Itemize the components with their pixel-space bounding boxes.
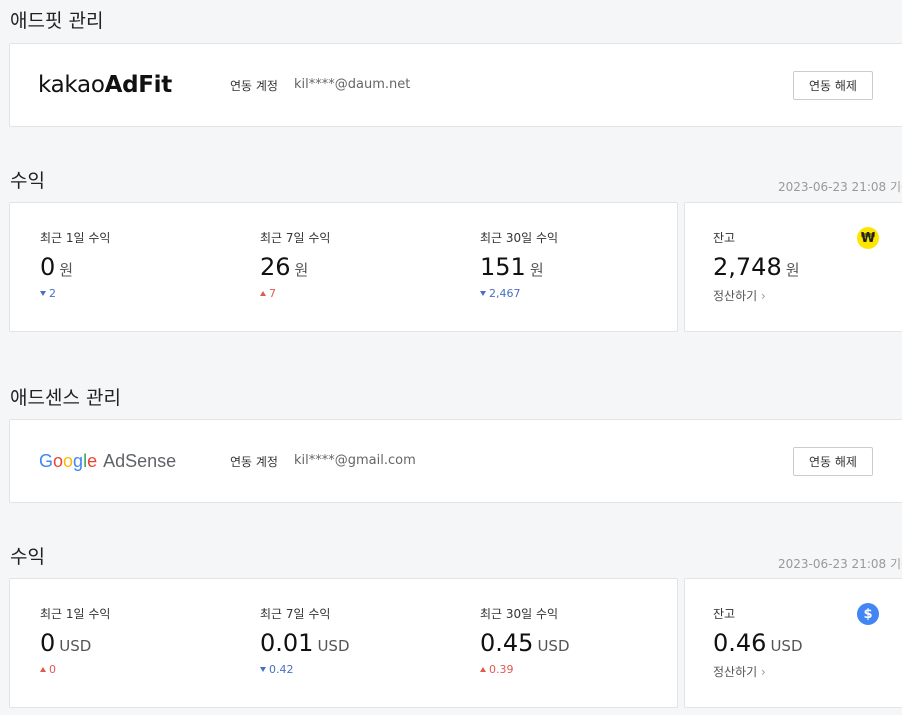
adsense-section-title: 애드센스 관리: [10, 387, 121, 409]
google-logo-letter: o: [63, 451, 74, 471]
stat-30day: 최근 30일 수익 151 원 2,467: [480, 231, 559, 300]
account-label: 연동 계정: [230, 455, 278, 469]
account-label: 연동 계정: [230, 79, 278, 93]
dollar-coin-icon: $: [857, 603, 879, 625]
adsense-revenue-date: 2023-06-23 21:08 기준: [778, 557, 902, 571]
stat-1day: 최근 1일 수익 0 USD 0: [40, 607, 111, 676]
google-logo-letter: o: [53, 451, 64, 471]
adfit-account-card: kakaoAdFit 연동 계정 kil****@daum.net 연동 해제: [9, 43, 902, 127]
balance: 잔고 2,748 원 정산하기 ›: [713, 231, 800, 304]
account-email: kil****@daum.net: [294, 77, 411, 92]
adsense-revenue-title: 수익: [10, 546, 45, 568]
unlink-button[interactable]: 연동 해제: [793, 71, 873, 100]
adsense-revenue-card: 최근 1일 수익 0 USD 0 최근 7일 수익 0.01 USD 0.42 최근…: [9, 578, 678, 708]
adfit-balance-card: 잔고 2,748 원 정산하기 › ₩: [684, 202, 902, 332]
down-arrow-icon: [260, 666, 266, 672]
won-coin-icon: ₩: [857, 227, 879, 249]
adsense-balance-card: 잔고 0.46 USD 정산하기 › $: [684, 578, 902, 708]
adsense-account-card: Google AdSense 연동 계정 kil****@gmail.com 연동…: [9, 419, 902, 503]
up-arrow-icon: [40, 666, 46, 672]
stat-30day: 최근 30일 수익 0.45 USD 0.39: [480, 607, 570, 676]
google-logo-letter: g: [73, 451, 84, 471]
balance: 잔고 0.46 USD 정산하기 ›: [713, 607, 803, 680]
unlink-button[interactable]: 연동 해제: [793, 447, 873, 476]
adfit-section-title: 애드핏 관리: [10, 10, 104, 32]
adfit-revenue-card: 최근 1일 수익 0원 2 최근 7일 수익 26 원 7 최근 30일 수익 1…: [9, 202, 678, 332]
stat-7day: 최근 7일 수익 26 원 7: [260, 231, 331, 300]
settle-link[interactable]: 정산하기 ›: [713, 287, 800, 304]
adfit-revenue-date: 2023-06-23 21:08 기준: [778, 180, 902, 194]
down-arrow-icon: [40, 290, 46, 296]
chevron-right-icon: ›: [761, 289, 766, 303]
kakao-adfit-logo: kakaoAdFit: [38, 72, 172, 98]
stat-7day: 최근 7일 수익 0.01 USD 0.42: [260, 607, 350, 676]
down-arrow-icon: [480, 290, 486, 296]
chevron-right-icon: ›: [761, 665, 766, 679]
up-arrow-icon: [260, 290, 266, 296]
settle-link[interactable]: 정산하기 ›: [713, 663, 803, 680]
google-logo-letter: G: [39, 451, 54, 471]
stat-1day: 최근 1일 수익 0원 2: [40, 231, 111, 300]
google-logo-letter: e: [87, 451, 98, 471]
adfit-revenue-title: 수익: [10, 170, 45, 192]
google-adsense-logo: Google AdSense: [39, 451, 177, 471]
account-email: kil****@gmail.com: [294, 453, 416, 468]
up-arrow-icon: [480, 666, 486, 672]
